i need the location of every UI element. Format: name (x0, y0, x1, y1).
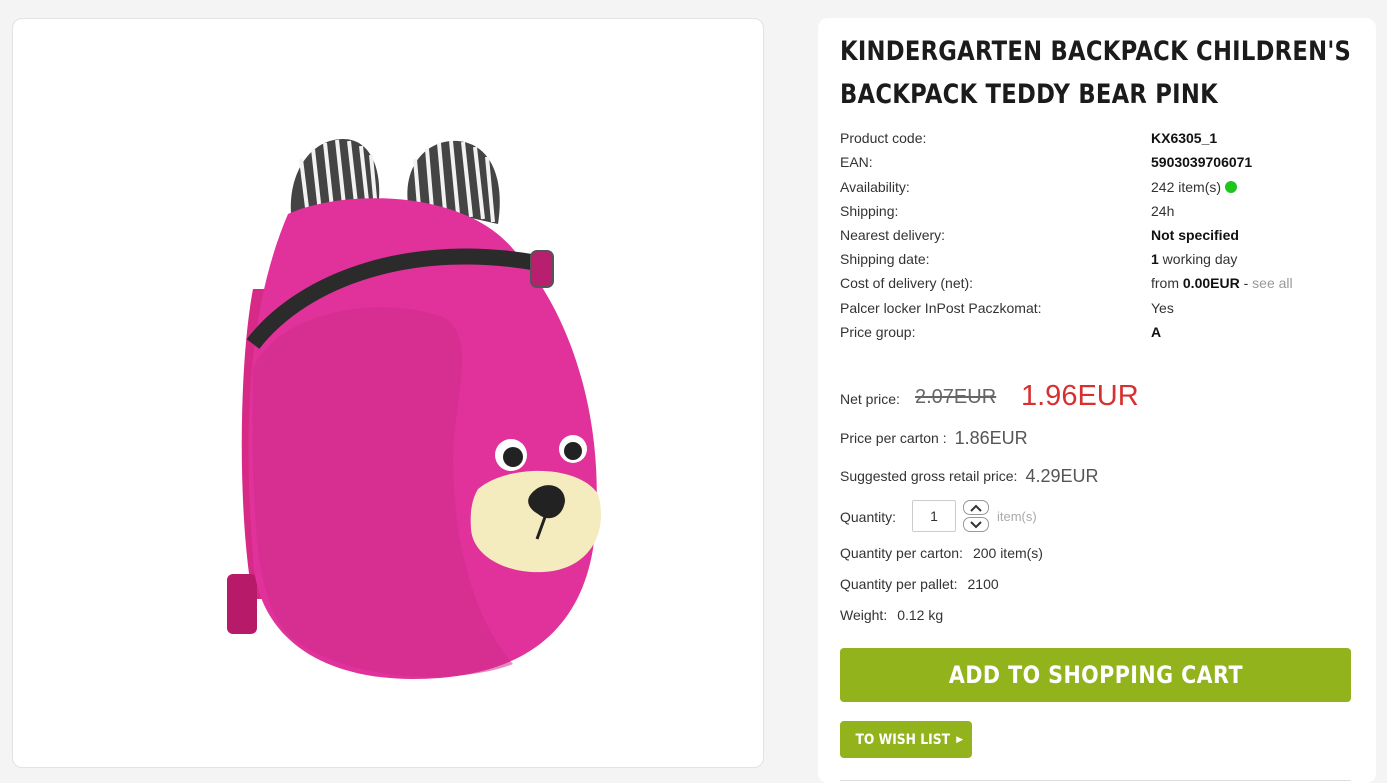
spec-value: A (1151, 324, 1162, 340)
detail-label: Quantity per carton: (840, 545, 963, 561)
product-info-panel: KINDERGARTEN BACKPACK CHILDREN'S BACKPAC… (818, 18, 1376, 783)
spec-price-group: Price group: A (840, 324, 1360, 344)
product-title-line-2: BACKPACK TEDDY BEAR PINK (840, 79, 1218, 110)
availability-status-dot-icon (1225, 181, 1238, 193)
chevron-up-icon (970, 504, 982, 512)
detail-value: 2100 (967, 576, 999, 592)
weight-row: Weight: 0.12 kg (840, 607, 943, 627)
spec-value: Yes (1151, 300, 1174, 316)
net-price: 1.96EUR (1021, 380, 1139, 412)
detail-value: 0.12 kg (897, 607, 944, 623)
wish-list-label: TO WISH LIST (855, 731, 950, 748)
spec-label: Product code: (840, 130, 927, 146)
chevron-down-icon (970, 520, 982, 528)
spec-product-code: Product code: KX6305_1 (840, 130, 1360, 150)
quantity-per-pallet-row: Quantity per pallet: 2100 (840, 576, 999, 596)
quantity-unit: item(s) (997, 509, 1037, 524)
carton-price-row: Price per carton : 1.86EUR (840, 428, 1028, 452)
retail-price-label: Suggested gross retail price: (840, 468, 1018, 484)
quantity-increase-button[interactable] (963, 500, 989, 515)
shipping-days-unit: working day (1158, 251, 1238, 267)
product-title: KINDERGARTEN BACKPACK CHILDREN'S BACKPAC… (840, 30, 1352, 116)
spec-availability: Availability: 242 item(s) (840, 179, 1360, 199)
spec-label: Cost of delivery (net): (840, 275, 974, 291)
spec-label: EAN: (840, 154, 873, 170)
shipping-days: 1 (1151, 251, 1159, 267)
quantity-input[interactable] (912, 500, 956, 532)
availability-count: 242 item(s) (1151, 179, 1222, 195)
spec-label: Palcer locker InPost Paczkomat: (840, 300, 1042, 316)
bear-snout (470, 470, 601, 573)
spec-value: from 0.00EUR - see all (1151, 275, 1293, 291)
spec-value: 1 working day (1151, 251, 1237, 267)
spec-label: Shipping: (840, 203, 899, 219)
spec-value: KX6305_1 (1151, 130, 1218, 146)
detail-label: Weight: (840, 607, 888, 623)
spec-value: Not specified (1151, 227, 1239, 243)
spec-label: Shipping date: (840, 251, 930, 267)
retail-price-row: Suggested gross retail price: 4.29EUR (840, 466, 1098, 490)
add-to-cart-button[interactable]: ADD TO SHOPPING CART (840, 648, 1351, 702)
teddy-bear-backpack-image[interactable] (213, 119, 613, 699)
zipper-pull (530, 250, 554, 288)
bear-pupil-left (503, 447, 523, 467)
delivery-cost-prefix: from (1151, 275, 1183, 291)
spec-delivery-cost: Cost of delivery (net): from 0.00EUR - s… (840, 275, 1360, 295)
divider (840, 780, 1351, 781)
spec-shipping-date: Shipping date: 1 working day (840, 251, 1360, 271)
quantity-row: Quantity: item(s) (840, 500, 1140, 532)
bear-pupil-right (564, 442, 582, 460)
product-title-line-1: KINDERGARTEN BACKPACK CHILDREN'S (840, 36, 1352, 67)
detail-label: Quantity per pallet: (840, 576, 958, 592)
spec-parcel-locker: Palcer locker InPost Paczkomat: Yes (840, 300, 1360, 320)
carton-price-label: Price per carton : (840, 430, 947, 446)
quantity-per-carton-row: Quantity per carton: 200 item(s) (840, 545, 1043, 565)
caret-right-icon: ▶ (956, 734, 964, 744)
retail-price: 4.29EUR (1025, 466, 1099, 486)
spec-value: 24h (1151, 203, 1175, 219)
net-price-label: Net price: (840, 391, 900, 407)
spec-nearest-delivery: Nearest delivery: Not specified (840, 227, 1360, 247)
quantity-stepper (963, 500, 989, 532)
spec-value: 242 item(s) (1151, 179, 1238, 195)
spec-shipping: Shipping: 24h (840, 203, 1360, 223)
delivery-cost-separator: - (1239, 275, 1253, 291)
detail-value: 200 item(s) (972, 545, 1043, 561)
spec-label: Price group: (840, 324, 916, 340)
strap-loop (227, 574, 257, 634)
see-all-link[interactable]: see all (1252, 275, 1292, 291)
add-to-cart-label: ADD TO SHOPPING CART (948, 661, 1243, 689)
product-image-panel (12, 18, 764, 768)
spec-label: Nearest delivery: (840, 227, 946, 243)
quantity-decrease-button[interactable] (963, 517, 989, 532)
spec-value: 5903039706071 (1151, 154, 1253, 170)
carton-price: 1.86EUR (954, 428, 1028, 448)
quantity-label: Quantity: (840, 509, 897, 525)
old-price: 2.07EUR (915, 386, 997, 408)
delivery-cost-amount: 0.00EUR (1182, 275, 1240, 291)
wish-list-button[interactable]: TO WISH LIST ▶ (840, 721, 972, 758)
spec-label: Availability: (840, 179, 910, 195)
spec-ean: EAN: 5903039706071 (840, 154, 1360, 174)
